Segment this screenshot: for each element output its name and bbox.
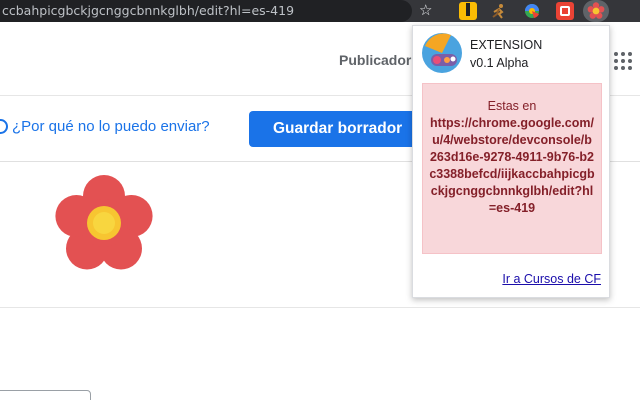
why-cant-submit-link[interactable]: ¿Por qué no lo puedo enviar? — [12, 118, 210, 135]
courses-link[interactable]: Ir a Cursos de CF — [502, 272, 601, 286]
publisher-label[interactable]: Publicador — [339, 52, 411, 68]
star-icon[interactable]: ☆ — [419, 1, 432, 19]
address-bar[interactable]: ccbahpicgbckjgcnggcbnnkglbh/edit?hl=es-4… — [0, 0, 412, 22]
flower-extension-icon — [587, 2, 605, 19]
current-url-alert: Estas en https://chrome.google.com/u/4/w… — [422, 83, 602, 254]
colorful-extension-icon[interactable] — [523, 2, 541, 20]
runner-extension-icon[interactable] — [490, 2, 508, 20]
extension-popup: EXTENSION v0.1 Alpha Estas en https://ch… — [412, 25, 610, 298]
flower-extension-button[interactable] — [583, 0, 609, 22]
extension-name: EXTENSION — [470, 38, 543, 52]
alert-intro-text: Estas en — [487, 99, 537, 113]
browser-toolbar: ccbahpicgbckjgcnggcbnnkglbh/edit?hl=es-4… — [0, 0, 640, 22]
help-icon[interactable] — [0, 119, 8, 134]
partial-input-field[interactable] — [0, 390, 91, 400]
extension-logo-icon — [422, 33, 462, 73]
screen: ccbahpicgbckjgcnggcbnnkglbh/edit?hl=es-4… — [0, 0, 640, 400]
tools-extension-icon[interactable] — [459, 2, 477, 20]
red-box-extension-icon[interactable] — [556, 2, 574, 20]
extension-version: v0.1 Alpha — [470, 56, 529, 70]
save-draft-button[interactable]: Guardar borrador — [249, 111, 424, 147]
flower-logo-icon — [55, 175, 153, 270]
url-text[interactable]: ccbahpicgbckjgcnggcbnnkglbh/edit?hl=es-4… — [2, 3, 294, 18]
apps-grid-icon[interactable] — [614, 52, 634, 72]
current-url-text: https://chrome.google.com/u/4/webstore/d… — [429, 116, 595, 215]
